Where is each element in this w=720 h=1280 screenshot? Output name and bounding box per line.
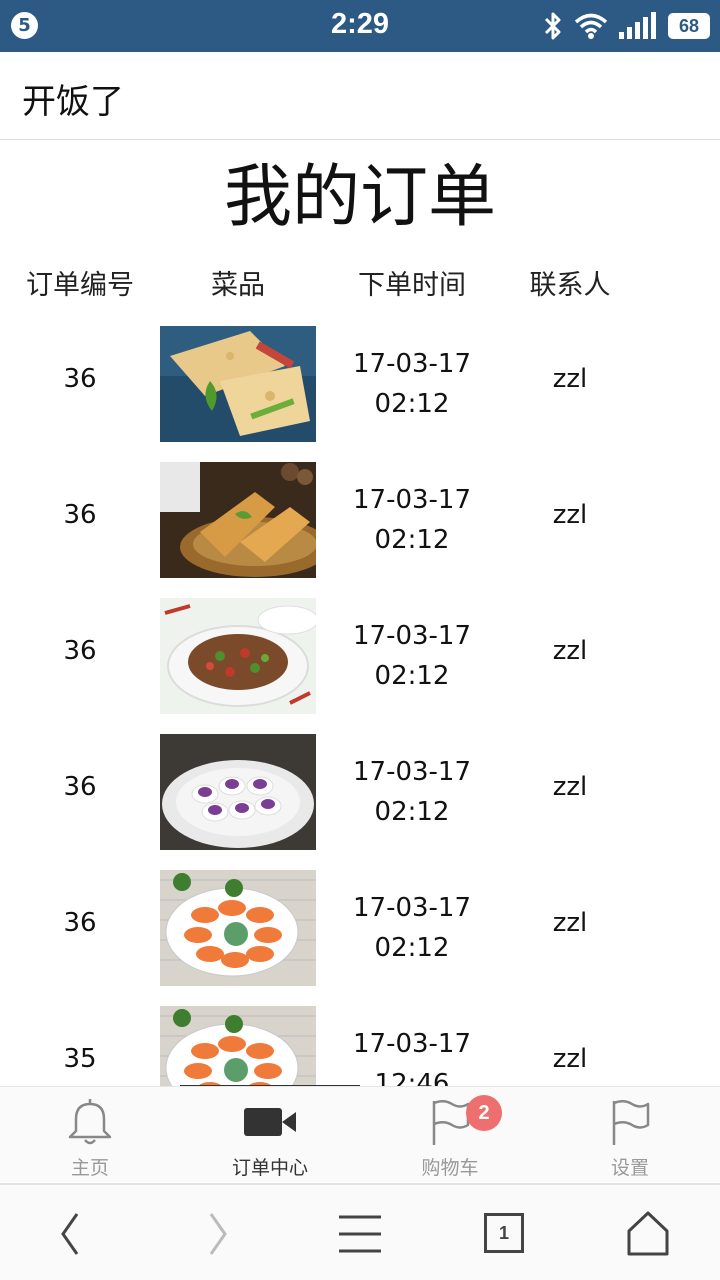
contact-name: zzl: [552, 500, 588, 530]
dish-image[interactable]: [160, 326, 316, 442]
signal-icon: [619, 12, 656, 39]
order-date: 17-03-17: [352, 893, 471, 923]
app-header: 开饭了: [0, 52, 720, 140]
tab-settings-label: 设置: [610, 1157, 649, 1179]
table-row[interactable]: 35 17-03-17 12:46 zzl: [0, 1006, 720, 1086]
status-bar: 5 2:29 68: [0, 0, 720, 52]
video-camera-icon: [244, 1108, 296, 1136]
column-header-order-id: 订单编号: [26, 270, 134, 301]
dish-image[interactable]: [160, 598, 316, 714]
order-clock: 02:12: [374, 797, 450, 827]
order-date: 17-03-17: [352, 349, 471, 379]
tab-count: 1: [484, 1213, 524, 1253]
order-time: 17-03-17 02:12: [332, 752, 492, 832]
flag-icon: [612, 1100, 650, 1145]
tab-order-center-label: 订单中心: [231, 1157, 308, 1179]
order-date: 17-03-17: [352, 485, 471, 515]
table-row[interactable]: 36 17-03-17 02:12 zzl: [0, 326, 720, 462]
order-time: 17-03-17 02:12: [332, 888, 492, 968]
order-time: 17-03-17 02:12: [332, 616, 492, 696]
menu-button[interactable]: [288, 1185, 432, 1280]
order-rows: 36 17-03-17 02:12 zzl 36 17-03-17 02:12 …: [0, 326, 720, 1086]
order-clock: 02:12: [374, 525, 450, 555]
order-clock: 12:46: [374, 1069, 450, 1086]
menu-icon: [339, 1215, 381, 1253]
table-row[interactable]: 36 17-03-17 02:12 zzl: [0, 462, 720, 598]
bottom-tab-bar: 主页 订单中心 购物车 设置: [0, 1086, 720, 1182]
column-header-order-time: 下单时间: [358, 270, 466, 301]
tab-settings[interactable]: 设置: [540, 1087, 720, 1183]
column-header-dish: 菜品: [211, 270, 265, 301]
home-icon: [627, 1211, 669, 1256]
contact-name: zzl: [552, 1044, 588, 1074]
dish-image[interactable]: [160, 462, 316, 578]
browser-nav-bar: 1: [0, 1183, 720, 1280]
back-button[interactable]: [0, 1185, 144, 1280]
app-title: 开饭了: [22, 82, 124, 122]
contact-name: zzl: [552, 636, 588, 666]
wifi-icon: [574, 13, 608, 39]
home-button[interactable]: [576, 1185, 720, 1280]
dish-image[interactable]: [160, 870, 316, 986]
page-title: 我的订单: [223, 158, 496, 237]
dish-image[interactable]: [160, 734, 316, 850]
order-date: 17-03-17: [352, 757, 471, 787]
table-row[interactable]: 36 17-03-17 02:12 zzl: [0, 734, 720, 870]
contact-name: zzl: [552, 908, 588, 938]
order-id: 35: [63, 1044, 97, 1074]
table-row[interactable]: 36 17-03-17 02:12 zzl: [0, 598, 720, 734]
order-time: 17-03-17 02:12: [332, 480, 492, 560]
tabs-button[interactable]: 1: [432, 1185, 576, 1280]
order-id: 36: [63, 500, 97, 530]
order-clock: 02:12: [374, 389, 450, 419]
tab-cart[interactable]: 购物车: [360, 1087, 540, 1183]
tab-order-center[interactable]: 订单中心: [180, 1087, 360, 1183]
order-id: 36: [63, 364, 97, 394]
bluetooth-icon: [544, 12, 561, 40]
bell-icon: [68, 1099, 112, 1145]
column-header-contact: 联系人: [529, 270, 611, 301]
order-id: 36: [63, 636, 97, 666]
forward-button[interactable]: [144, 1185, 288, 1280]
order-date: 17-03-17: [352, 621, 471, 651]
cart-count-badge: 2: [466, 1095, 502, 1131]
chevron-left-icon: [61, 1213, 79, 1255]
table-row[interactable]: 36 17-03-17 02:12 zzl: [0, 870, 720, 1006]
order-list-content[interactable]: 我的订单 订单编号 菜品 下单时间 联系人 36 17-03-17 02:12 …: [0, 141, 720, 1086]
order-clock: 02:12: [374, 933, 450, 963]
order-id: 36: [63, 772, 97, 802]
tab-cart-label: 购物车: [421, 1157, 479, 1179]
contact-name: zzl: [552, 364, 588, 394]
table-header: 订单编号 菜品 下单时间 联系人: [0, 263, 720, 305]
contact-name: zzl: [552, 772, 588, 802]
order-time: 17-03-17 02:12: [332, 344, 492, 424]
order-clock: 02:12: [374, 661, 450, 691]
tab-home[interactable]: 主页: [0, 1087, 180, 1183]
tab-home-label: 主页: [70, 1157, 109, 1179]
dish-image[interactable]: [160, 1006, 316, 1086]
order-time: 17-03-17 12:46: [332, 1024, 492, 1086]
order-date: 17-03-17: [352, 1029, 471, 1059]
order-id: 36: [63, 908, 97, 938]
chevron-right-icon: [209, 1213, 227, 1255]
battery-icon: 68: [668, 13, 710, 39]
